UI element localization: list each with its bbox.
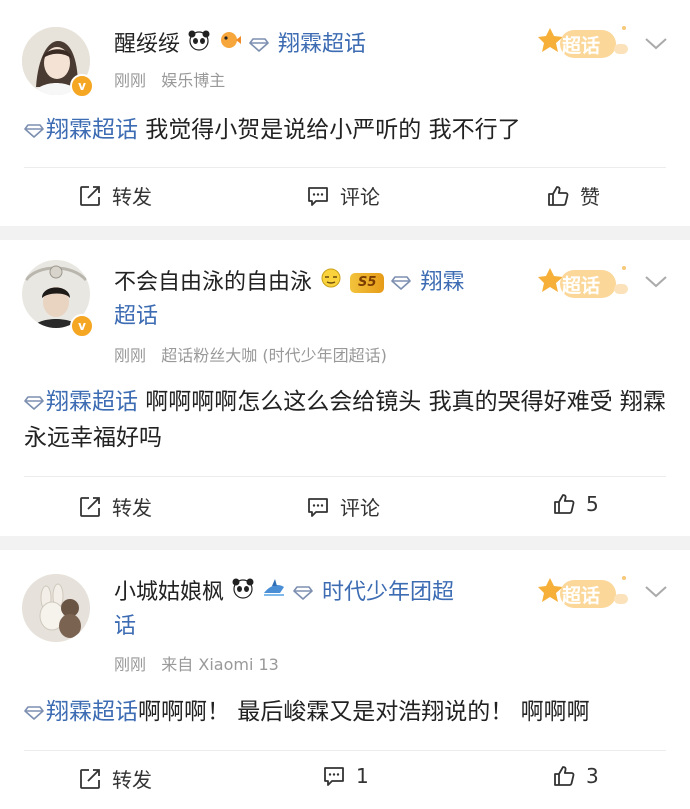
comment-label: 评论	[340, 185, 380, 209]
post-content: 翔霖超话 啊啊啊啊怎么这么会给镜头 我真的哭得好难受 翔霖永远幸福好吗	[24, 384, 670, 456]
thumbs-up-icon	[546, 184, 570, 208]
topic-link[interactable]: 翔霖	[420, 270, 464, 295]
pufferfish-emoji-icon	[218, 28, 242, 62]
like-count: 3	[586, 764, 599, 788]
username-line: 小城姑娘枫 时代少年团超 话	[114, 576, 514, 644]
sleepy-emoji-icon	[319, 266, 343, 300]
level-badge: S5	[350, 273, 385, 293]
comment-count: 1	[356, 764, 369, 788]
panda-emoji-icon	[231, 576, 255, 610]
repost-button[interactable]: 转发	[78, 492, 152, 521]
comment-icon	[306, 184, 330, 208]
like-count: 5	[586, 492, 599, 516]
username-line: 不会自由泳的自由泳 S5 翔霖 超话	[114, 266, 514, 334]
content-text: 啊啊啊！ 最后峻霖又是对浩翔说的！ 啊啊啊	[138, 699, 590, 725]
username-line: 醒绥绥 翔霖超话	[114, 28, 366, 62]
chaohua-label: 超话	[562, 585, 601, 607]
username[interactable]: 醒绥绥	[114, 32, 180, 57]
shark-emoji-icon	[262, 576, 286, 610]
diamond-icon	[24, 706, 44, 720]
repost-icon	[78, 495, 102, 519]
post-card: 小城姑娘枫 时代少年团超 话 刚刚 来自 Xiaomi 13 超话 翔霖超话啊啊…	[0, 550, 690, 809]
post-meta: 刚刚 娱乐博主	[114, 67, 225, 91]
post-time: 刚刚	[114, 655, 147, 674]
username[interactable]: 小城姑娘枫	[114, 580, 224, 605]
thumbs-up-icon	[552, 492, 576, 516]
post-source: 娱乐博主	[161, 71, 226, 90]
comment-button[interactable]: 评论	[306, 181, 380, 210]
topic-link-cont[interactable]: 话	[114, 614, 136, 639]
content-topic-link[interactable]: 翔霖超话	[46, 389, 138, 415]
post-time: 刚刚	[114, 346, 147, 365]
chevron-down-icon[interactable]	[644, 275, 668, 289]
topic-link[interactable]: 翔霖超话	[278, 32, 366, 57]
post-separator	[0, 536, 690, 550]
avatar[interactable]	[22, 574, 90, 642]
panda-emoji-icon	[187, 28, 211, 62]
like-button[interactable]: 赞	[546, 181, 600, 210]
comment-icon	[322, 764, 346, 788]
divider	[24, 476, 666, 477]
chaohua-badge[interactable]: 超话	[534, 260, 630, 306]
post-content: 翔霖超话啊啊啊！ 最后峻霖又是对浩翔说的！ 啊啊啊	[24, 694, 670, 730]
diamond-icon	[24, 396, 44, 410]
content-topic-link[interactable]: 翔霖超话	[46, 117, 138, 143]
repost-button[interactable]: 转发	[78, 181, 152, 210]
post-source: 来自 Xiaomi 13	[161, 655, 279, 674]
avatar-image	[22, 574, 90, 642]
chaohua-badge[interactable]: 超话	[534, 20, 630, 66]
comment-button[interactable]: 评论	[306, 492, 380, 521]
like-button[interactable]: 3	[552, 764, 599, 788]
diamond-icon	[249, 38, 269, 52]
like-button[interactable]: 5	[552, 492, 599, 516]
divider	[24, 750, 666, 751]
chaohua-label: 超话	[562, 35, 601, 57]
repost-label: 转发	[112, 768, 152, 792]
repost-label: 转发	[112, 185, 152, 209]
repost-button[interactable]: 转发	[78, 764, 152, 793]
content-topic-link[interactable]: 翔霖超话	[46, 699, 138, 725]
chevron-down-icon[interactable]	[644, 585, 668, 599]
diamond-icon	[24, 124, 44, 138]
post-card: v 不会自由泳的自由泳 S5 翔霖 超话 刚刚 超话粉丝大咖 (时代少年团超话)…	[0, 240, 690, 536]
topic-link-cont[interactable]: 超话	[114, 304, 158, 329]
repost-label: 转发	[112, 496, 152, 520]
post-meta: 刚刚 超话粉丝大咖 (时代少年团超话)	[114, 342, 387, 366]
diamond-icon	[391, 276, 411, 290]
like-label: 赞	[580, 185, 600, 209]
post-source: 超话粉丝大咖 (时代少年团超话)	[161, 346, 387, 365]
topic-link[interactable]: 时代少年团超	[322, 580, 454, 605]
post-content: 翔霖超话 我觉得小贺是说给小严听的 我不行了	[24, 112, 670, 148]
chaohua-badge[interactable]: 超话	[534, 570, 630, 616]
username[interactable]: 不会自由泳的自由泳	[114, 270, 312, 295]
diamond-icon	[293, 586, 313, 600]
post-meta: 刚刚 来自 Xiaomi 13	[114, 651, 279, 675]
thumbs-up-icon	[552, 764, 576, 788]
repost-icon	[78, 767, 102, 791]
chaohua-label: 超话	[562, 275, 601, 297]
chevron-down-icon[interactable]	[644, 37, 668, 51]
verified-v-icon: v	[70, 74, 94, 98]
post-separator	[0, 226, 690, 240]
verified-v-icon: v	[70, 314, 94, 338]
divider	[24, 167, 666, 168]
comment-button[interactable]: 1	[322, 764, 369, 788]
comment-icon	[306, 495, 330, 519]
comment-label: 评论	[340, 496, 380, 520]
content-text: 我觉得小贺是说给小严听的 我不行了	[138, 117, 521, 143]
repost-icon	[78, 184, 102, 208]
post-card: v 醒绥绥 翔霖超话 刚刚 娱乐博主 超话 翔霖超话 我觉得小贺是说给小严听的 …	[0, 0, 690, 226]
post-time: 刚刚	[114, 71, 147, 90]
